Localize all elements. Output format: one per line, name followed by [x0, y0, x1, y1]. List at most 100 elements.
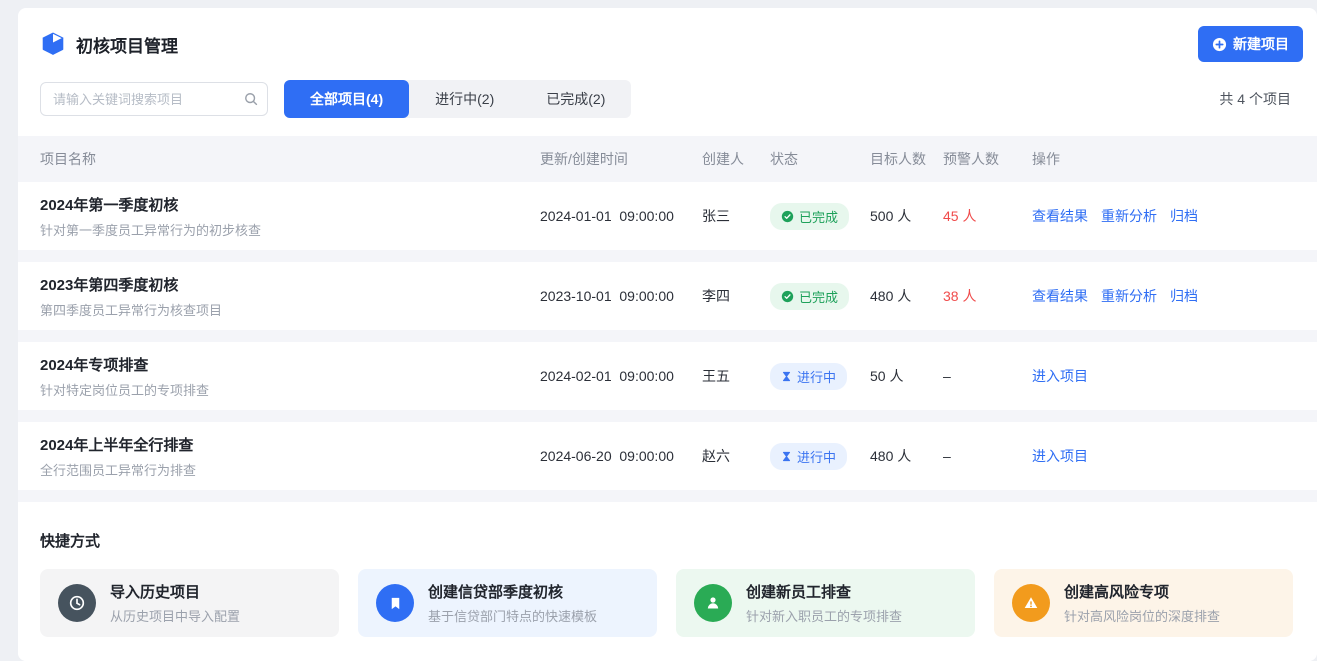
check-circle-icon — [781, 290, 794, 303]
hourglass-icon — [781, 371, 792, 382]
archive-link[interactable]: 归档 — [1170, 206, 1198, 226]
table-header-row: 项目名称 更新/创建时间 创建人 状态 目标人数 预警人数 操作 — [18, 136, 1317, 182]
project-creator: 张三 — [702, 206, 770, 226]
project-name: 2024年专项排查 — [40, 354, 540, 375]
shortcut-new-employee[interactable]: 创建新员工排查 针对新入职员工的专项排查 — [676, 569, 975, 637]
page-header: 初核项目管理 新建项目 — [18, 8, 1317, 76]
shortcut-description: 针对高风险岗位的深度排查 — [1064, 606, 1220, 625]
project-name: 2024年第一季度初核 — [40, 194, 540, 215]
status-label: 进行中 — [797, 447, 836, 466]
tab-all-projects[interactable]: 全部项目(4) — [284, 80, 409, 118]
shortcut-title: 创建新员工排查 — [746, 581, 902, 602]
project-status-cell: 进行中 — [770, 443, 870, 470]
shortcut-description: 基于信贷部门特点的快速模板 — [428, 606, 597, 625]
project-description: 针对特定岗位员工的专项排查 — [40, 380, 540, 399]
reanalyze-link[interactable]: 重新分析 — [1101, 206, 1157, 226]
project-creator: 赵六 — [702, 446, 770, 466]
tab-completed[interactable]: 已完成(2) — [520, 80, 631, 118]
archive-link[interactable]: 归档 — [1170, 286, 1198, 306]
status-badge: 进行中 — [770, 443, 847, 470]
shortcut-text: 创建信贷部季度初核 基于信贷部门特点的快速模板 — [428, 581, 597, 625]
project-creator: 王五 — [702, 366, 770, 386]
new-project-button-label: 新建项目 — [1233, 34, 1289, 54]
page-title-group: 初核项目管理 — [40, 31, 178, 57]
shortcut-cards: 导入历史项目 从历史项目中导入配置 创建信贷部季度初核 基于信贷部门特点的快速模… — [40, 569, 1293, 637]
check-circle-icon — [781, 210, 794, 223]
clock-icon — [58, 584, 96, 622]
project-creator: 李四 — [702, 286, 770, 306]
warning-count: 45 人 — [943, 206, 1032, 226]
status-label: 进行中 — [797, 367, 836, 386]
project-time: 2024-06-20 09:00:00 — [540, 448, 702, 464]
table-row: 2024年上半年全行排查 全行范围员工异常行为排查 2024-06-20 09:… — [18, 422, 1317, 490]
project-status-cell: 已完成 — [770, 283, 870, 310]
main-panel: 初核项目管理 新建项目 全部项目(4) 进行中(2) — [18, 8, 1317, 661]
warning-icon — [1012, 584, 1050, 622]
project-filter-tabs: 全部项目(4) 进行中(2) 已完成(2) — [284, 80, 631, 118]
column-header-creator: 创建人 — [702, 149, 770, 169]
project-table: 项目名称 更新/创建时间 创建人 状态 目标人数 预警人数 操作 2024年第一… — [18, 136, 1317, 502]
person-icon — [694, 584, 732, 622]
project-status-cell: 进行中 — [770, 363, 870, 390]
project-description: 第四季度员工异常行为核查项目 — [40, 300, 540, 319]
project-description: 全行范围员工异常行为排查 — [40, 460, 540, 479]
view-results-link[interactable]: 查看结果 — [1032, 286, 1088, 306]
shortcut-description: 针对新入职员工的专项排查 — [746, 606, 902, 625]
shortcut-high-risk[interactable]: 创建高风险专项 针对高风险岗位的深度排查 — [994, 569, 1293, 637]
project-time: 2024-02-01 09:00:00 — [540, 368, 702, 384]
table-row: 2024年专项排查 针对特定岗位员工的专项排查 2024-02-01 09:00… — [18, 342, 1317, 410]
row-actions: 查看结果 重新分析 归档 — [1032, 286, 1317, 306]
status-label: 已完成 — [799, 207, 838, 226]
project-description: 针对第一季度员工异常行为的初步核查 — [40, 220, 540, 239]
shortcut-text: 导入历史项目 从历史项目中导入配置 — [110, 581, 240, 625]
column-header-target: 目标人数 — [870, 149, 943, 169]
bookmark-icon — [376, 584, 414, 622]
search-box — [40, 82, 268, 116]
project-name: 2024年上半年全行排查 — [40, 434, 540, 455]
shortcut-import-history[interactable]: 导入历史项目 从历史项目中导入配置 — [40, 569, 339, 637]
status-badge: 已完成 — [770, 203, 849, 230]
view-results-link[interactable]: 查看结果 — [1032, 206, 1088, 226]
project-count-text: 共 4 个项目 — [1219, 89, 1291, 109]
target-count: 480 人 — [870, 286, 943, 306]
enter-project-link[interactable]: 进入项目 — [1032, 366, 1088, 386]
warning-count: – — [943, 448, 1032, 464]
row-actions: 进入项目 — [1032, 446, 1317, 466]
search-input[interactable] — [40, 82, 268, 116]
project-time: 2024-01-01 09:00:00 — [540, 208, 702, 224]
enter-project-link[interactable]: 进入项目 — [1032, 446, 1088, 466]
warning-count: – — [943, 368, 1032, 384]
project-name-cell: 2024年第一季度初核 针对第一季度员工异常行为的初步核查 — [40, 194, 540, 239]
project-name-cell: 2024年专项排查 针对特定岗位员工的专项排查 — [40, 354, 540, 399]
project-name-cell: 2024年上半年全行排查 全行范围员工异常行为排查 — [40, 434, 540, 479]
column-header-name: 项目名称 — [40, 149, 540, 169]
tab-in-progress[interactable]: 进行中(2) — [409, 80, 520, 118]
reanalyze-link[interactable]: 重新分析 — [1101, 286, 1157, 306]
toolbar: 全部项目(4) 进行中(2) 已完成(2) 共 4 个项目 — [18, 76, 1317, 136]
table-row: 2023年第四季度初核 第四季度员工异常行为核查项目 2023-10-01 09… — [18, 262, 1317, 330]
target-count: 480 人 — [870, 446, 943, 466]
target-count: 500 人 — [870, 206, 943, 226]
shortcut-title: 创建高风险专项 — [1064, 581, 1220, 602]
project-time: 2023-10-01 09:00:00 — [540, 288, 702, 304]
column-header-actions: 操作 — [1032, 149, 1317, 169]
search-icon[interactable] — [244, 92, 258, 106]
plus-circle-icon — [1212, 37, 1227, 52]
project-status-cell: 已完成 — [770, 203, 870, 230]
shortcut-title: 导入历史项目 — [110, 581, 240, 602]
hourglass-icon — [781, 451, 792, 462]
row-actions: 查看结果 重新分析 归档 — [1032, 206, 1317, 226]
status-badge: 进行中 — [770, 363, 847, 390]
warning-count: 38 人 — [943, 286, 1032, 306]
row-actions: 进入项目 — [1032, 366, 1317, 386]
shortcut-title: 创建信贷部季度初核 — [428, 581, 597, 602]
target-count: 50 人 — [870, 366, 943, 386]
project-name-cell: 2023年第四季度初核 第四季度员工异常行为核查项目 — [40, 274, 540, 319]
shortcut-credit-quarterly[interactable]: 创建信贷部季度初核 基于信贷部门特点的快速模板 — [358, 569, 657, 637]
status-badge: 已完成 — [770, 283, 849, 310]
status-label: 已完成 — [799, 287, 838, 306]
cube-icon — [40, 31, 66, 57]
page-title: 初核项目管理 — [76, 32, 178, 57]
shortcuts-title: 快捷方式 — [40, 530, 1293, 551]
new-project-button[interactable]: 新建项目 — [1198, 26, 1303, 62]
